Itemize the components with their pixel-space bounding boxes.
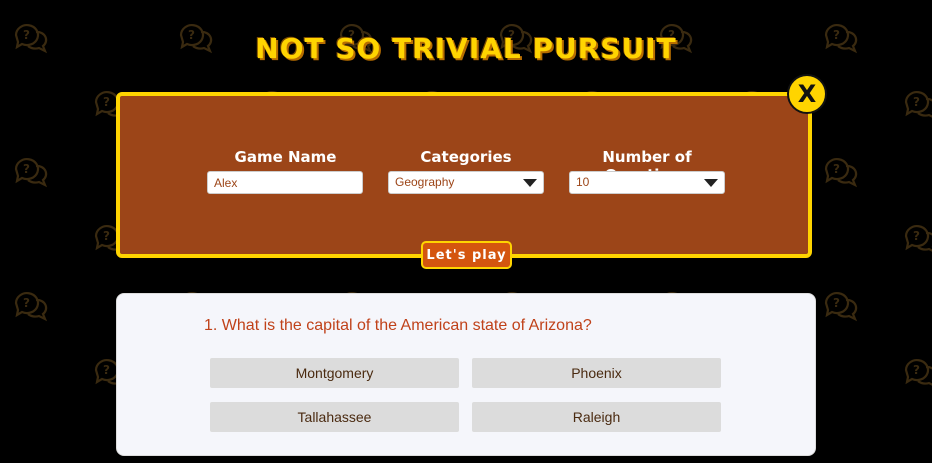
svg-text:?: ? (103, 363, 110, 377)
svg-text:?: ? (833, 162, 840, 176)
answer-option[interactable]: Montgomery (210, 358, 459, 388)
svg-text:?: ? (833, 296, 840, 310)
question-bubble-icon: ? (822, 154, 858, 190)
answer-option[interactable]: Raleigh (472, 402, 721, 432)
svg-text:?: ? (23, 162, 30, 176)
svg-text:?: ? (913, 95, 920, 109)
question-bubble-icon: ? (902, 355, 932, 391)
question-bubble-icon: ? (822, 288, 858, 324)
page-title: NOT SO TRIVIAL PURSUIT (255, 32, 677, 65)
question-bubble-icon: ? (12, 288, 48, 324)
game-name-label: Game Name (234, 148, 337, 166)
answer-option[interactable]: Tallahassee (210, 402, 459, 432)
number-of-questions-selected-value: 10 (576, 175, 590, 189)
svg-text:?: ? (913, 363, 920, 377)
categories-select[interactable]: Geography (388, 171, 544, 194)
number-of-questions-select[interactable]: 10 (569, 171, 725, 194)
svg-text:?: ? (103, 229, 110, 243)
game-name-input[interactable] (214, 172, 362, 193)
question-bubble-icon: ? (902, 221, 932, 257)
lets-play-button[interactable]: Let's play (421, 241, 512, 269)
chevron-down-icon (523, 179, 537, 187)
question-bubble-icon: ? (902, 87, 932, 123)
svg-text:?: ? (23, 296, 30, 310)
categories-selected-value: Geography (395, 175, 455, 189)
game-name-field[interactable] (207, 171, 363, 194)
svg-text:?: ? (103, 95, 110, 109)
categories-label: Categories (420, 148, 512, 166)
question-bubble-icon: ? (12, 154, 48, 190)
svg-text:?: ? (913, 229, 920, 243)
question-text: 1. What is the capital of the American s… (204, 317, 592, 334)
chevron-down-icon (704, 179, 718, 187)
close-button[interactable]: X (787, 74, 827, 114)
answer-option[interactable]: Phoenix (472, 358, 721, 388)
